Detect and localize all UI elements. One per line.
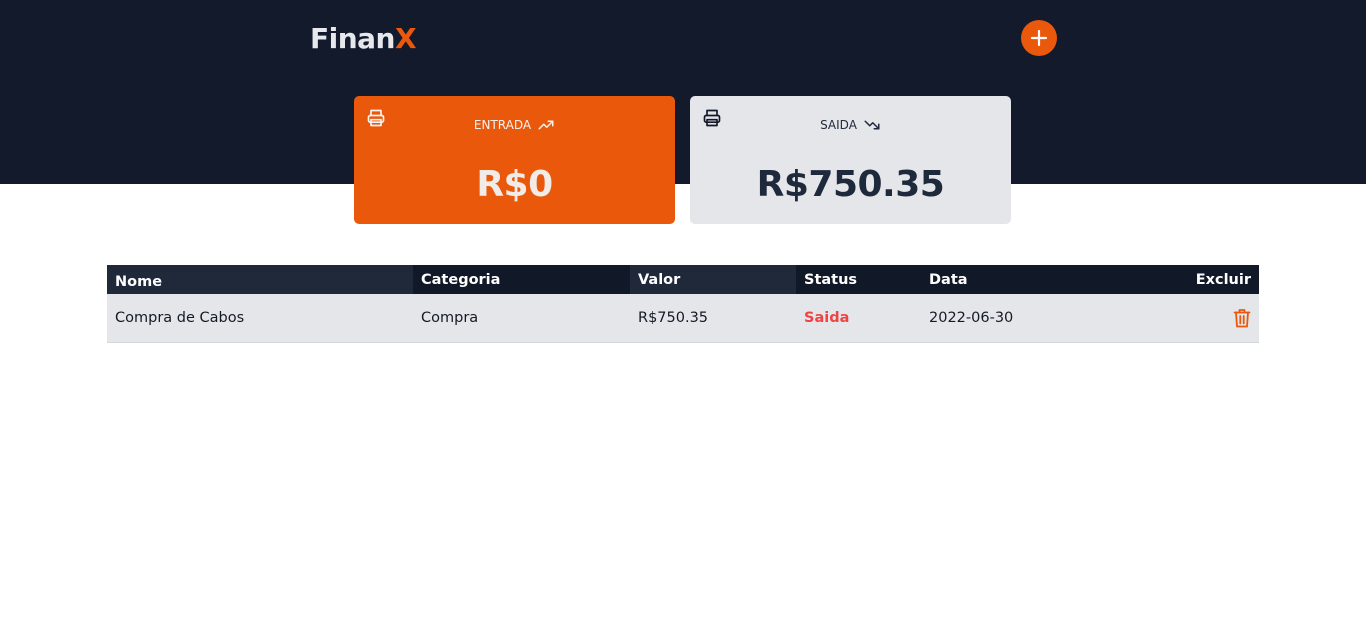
logo-accent: X [395,22,417,55]
cell-data: 2022-06-30 [921,294,1119,343]
entrada-card: ENTRADA R$0 [354,96,675,224]
entrada-label-row: ENTRADA [354,116,675,134]
plus-icon [1030,29,1048,47]
column-categoria[interactable]: Categoria [413,265,630,294]
trending-up-icon [538,120,554,130]
add-transaction-button[interactable] [1021,20,1057,56]
entrada-label: ENTRADA [473,118,532,132]
saida-card: SAIDA R$750.35 [690,96,1011,224]
saida-label: SAIDA [820,118,857,132]
saida-amount: R$750.35 [756,164,945,205]
column-status[interactable]: Status [796,265,921,294]
transactions-table: Nome Categoria Valor Status Data Excluir… [107,265,1259,343]
trending-down-icon [864,120,880,130]
cell-valor: R$750.35 [630,294,796,343]
cell-excluir [1118,294,1259,343]
table-row: Compra de Cabos Compra R$750.35 Saida 20… [107,294,1259,343]
cell-nome: Compra de Cabos [107,294,413,343]
logo-main: Finan [310,22,396,55]
table-header-row: Nome Categoria Valor Status Data Excluir [107,265,1259,294]
top-header: FinanX [0,0,1366,184]
app-logo: FinanX [310,22,417,55]
cell-categoria: Compra [413,294,630,343]
column-valor[interactable]: Valor [630,265,796,294]
column-excluir: Excluir [1118,265,1259,294]
trash-icon[interactable] [1233,308,1251,328]
saida-label-row: SAIDA [690,116,1011,134]
column-data[interactable]: Data [921,265,1119,294]
cell-status: Saida [796,294,921,343]
column-nome[interactable]: Nome [107,265,413,294]
entrada-amount: R$0 [476,164,553,205]
